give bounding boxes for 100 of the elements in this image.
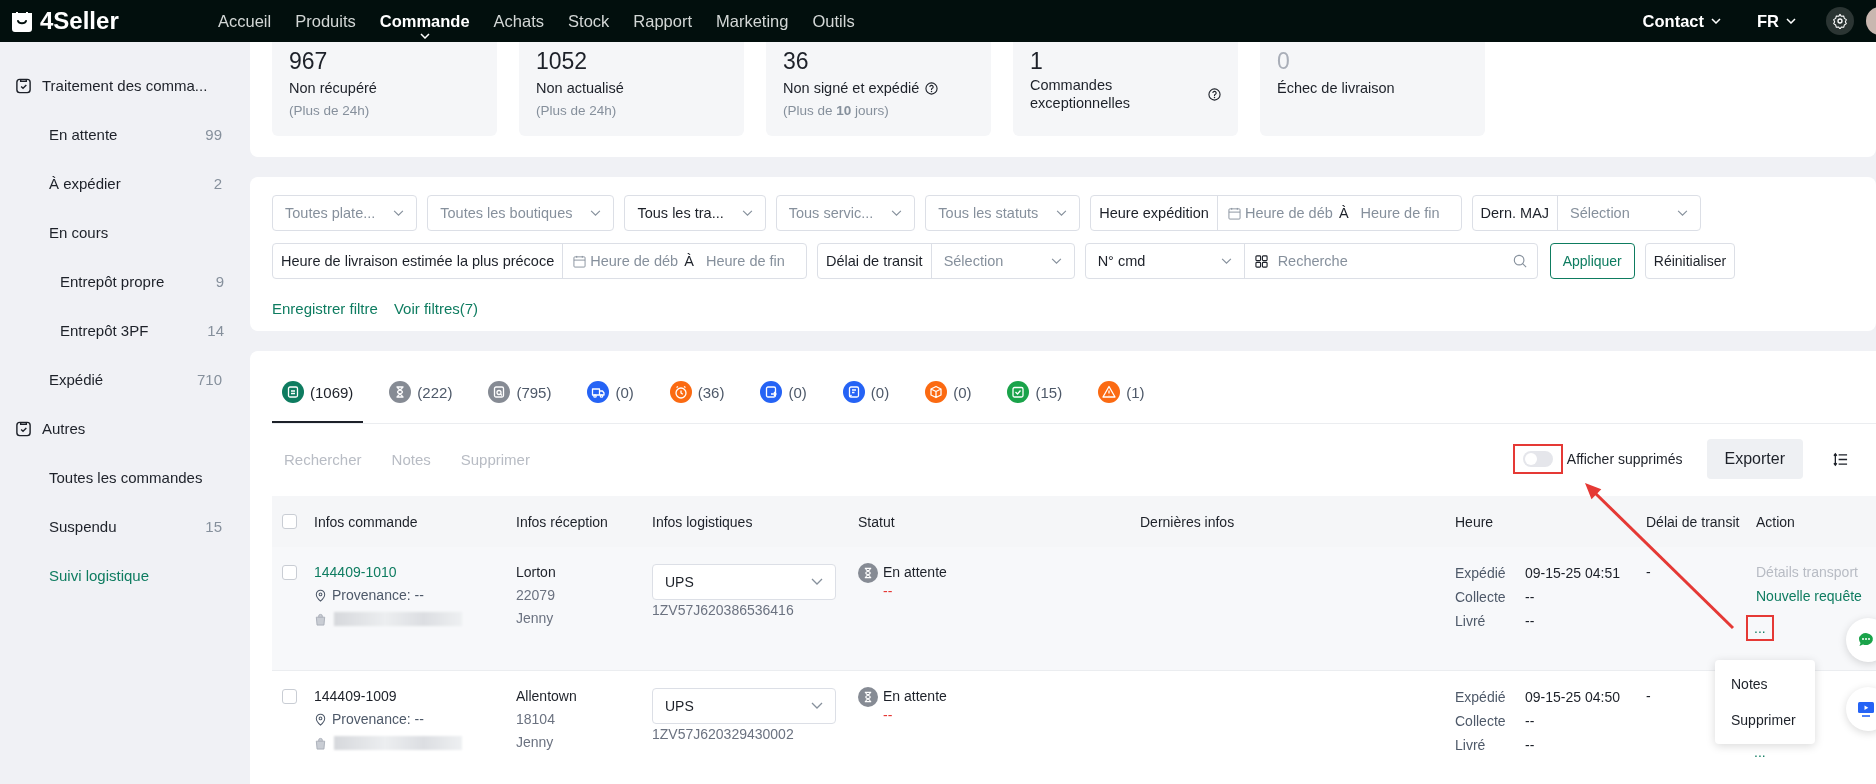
field-select[interactable]: N° cmd bbox=[1085, 244, 1245, 278]
recipient-name: Jenny bbox=[516, 609, 555, 628]
settings-icon[interactable] bbox=[1826, 7, 1854, 35]
reset-button[interactable]: Réinitialiser bbox=[1644, 243, 1736, 279]
zip-text: 22079 bbox=[516, 586, 556, 605]
menu-item[interactable]: Notes bbox=[1715, 666, 1815, 702]
document-search-icon bbox=[488, 381, 511, 403]
sidebar-item[interactable]: Toutes les commandes bbox=[0, 453, 248, 502]
status-tab[interactable]: (795) bbox=[478, 363, 562, 423]
stat-tile[interactable]: 0 Échec de livraison bbox=[1260, 42, 1485, 136]
stat-tile[interactable]: 967 Non récupéré (Plus de 24h) bbox=[272, 42, 497, 136]
sidebar-item[interactable]: À expédier 2 bbox=[0, 159, 248, 208]
menu-item[interactable]: Supprimer bbox=[1715, 702, 1815, 738]
nav-item[interactable]: Produits bbox=[283, 0, 368, 42]
filter-link[interactable]: Enregistrer filtre bbox=[272, 299, 378, 319]
search-input[interactable]: Recherche bbox=[1277, 253, 1503, 269]
status-text: En attente bbox=[883, 687, 947, 706]
hourglass-icon bbox=[858, 562, 878, 583]
time-label: Expédié bbox=[1455, 564, 1507, 583]
toggle-label: Afficher supprimés bbox=[1566, 451, 1683, 467]
logo-text[interactable]: 4Seller bbox=[40, 7, 119, 35]
status-tab[interactable]: (15) bbox=[997, 363, 1073, 423]
caret-icon bbox=[393, 209, 405, 217]
nav-item[interactable]: Accueil bbox=[206, 0, 284, 42]
status-text: En attente bbox=[883, 563, 947, 582]
sidebar-group-title[interactable]: Traitement des comma... bbox=[0, 61, 248, 110]
status-tab[interactable]: (0) bbox=[577, 363, 644, 423]
nav-item[interactable]: Marketing bbox=[704, 0, 801, 42]
help-icon[interactable] bbox=[1208, 87, 1221, 101]
sidebar-group-title[interactable]: Autres bbox=[0, 404, 248, 453]
carrier-select[interactable]: UPS bbox=[652, 688, 836, 724]
caret-icon bbox=[1056, 209, 1068, 217]
search-icon[interactable] bbox=[1512, 254, 1527, 268]
caret-icon bbox=[811, 702, 823, 710]
export-button[interactable]: Exporter bbox=[1706, 439, 1803, 479]
stat-tile[interactable]: 36 Non signé et expédié (Plus de 10 jours) bbox=[766, 42, 991, 136]
nav-item[interactable]: Commande bbox=[367, 0, 482, 42]
status-note: -- bbox=[883, 584, 894, 598]
filter-select[interactable]: Tous les tra... bbox=[624, 195, 766, 231]
stat-label: Échec de livraison bbox=[1277, 79, 1395, 97]
more-link[interactable]: ... bbox=[1754, 620, 1766, 636]
help-icon[interactable] bbox=[925, 81, 939, 95]
stat-tile[interactable]: 1 Commandes exceptionnelles bbox=[1013, 42, 1238, 136]
sidebar-item[interactable]: Suivi logistique bbox=[0, 551, 248, 600]
sidebar-item[interactable]: Entrepôt 3PF 14 bbox=[0, 306, 248, 355]
item-count: 9 bbox=[215, 273, 224, 290]
status-tab[interactable]: (36) bbox=[659, 363, 735, 423]
action-link[interactable]: Nouvelle requête bbox=[1756, 583, 1862, 610]
status-tab[interactable]: (1) bbox=[1088, 363, 1155, 423]
status-tab[interactable]: (0) bbox=[915, 363, 982, 423]
order-link[interactable]: 144409-1009 bbox=[314, 685, 516, 707]
sidebar-item[interactable]: En cours bbox=[0, 208, 248, 257]
checkbox[interactable] bbox=[282, 514, 297, 529]
tracking-number: 1ZV57J620329430002 bbox=[652, 725, 795, 744]
column-header: Infos réception bbox=[516, 513, 609, 530]
stat-note: (Plus de 24h) bbox=[289, 102, 371, 120]
nav-item[interactable]: Outils bbox=[800, 0, 867, 42]
stat-label: Non récupéré bbox=[289, 79, 377, 97]
checkbox[interactable] bbox=[282, 565, 297, 580]
carrier-select[interactable]: UPS bbox=[652, 564, 836, 600]
toggle-switch[interactable] bbox=[1522, 451, 1553, 467]
apply-button[interactable]: Appliquer bbox=[1549, 243, 1635, 279]
sidebar-item[interactable]: Expédié 710 bbox=[0, 355, 248, 404]
nav-item[interactable]: Achats bbox=[481, 0, 557, 42]
status-tab[interactable]: (0) bbox=[750, 363, 817, 423]
time-value: -- bbox=[1525, 612, 1535, 631]
column-header: Statut bbox=[858, 513, 896, 530]
column-settings-icon[interactable] bbox=[1833, 451, 1848, 467]
shopping-bag-icon bbox=[314, 736, 327, 750]
recipient-name: Jenny bbox=[516, 733, 555, 752]
export-icon bbox=[760, 381, 783, 403]
time-value: -- bbox=[1525, 712, 1535, 731]
nav-item[interactable]: Rapport bbox=[621, 0, 705, 42]
nav-item[interactable]: Stock bbox=[556, 0, 622, 42]
transit-text: - bbox=[1646, 687, 1652, 706]
origin-text: Provenance: -- bbox=[332, 587, 424, 603]
sidebar-item[interactable]: Suspendu 15 bbox=[0, 502, 248, 551]
column-header: Dernières infos bbox=[1140, 513, 1236, 530]
language-menu[interactable]: FR bbox=[1757, 11, 1796, 31]
column-header: Heure bbox=[1455, 513, 1495, 530]
filter-link[interactable]: Voir filtres(7) bbox=[393, 299, 479, 319]
stat-value: 0 bbox=[1277, 47, 1291, 76]
contact-menu[interactable]: Contact bbox=[1642, 11, 1721, 31]
sidebar-item[interactable]: En attente 99 bbox=[0, 110, 248, 159]
status-tab[interactable]: (222) bbox=[379, 363, 463, 423]
caret-icon bbox=[891, 209, 903, 217]
checkbox[interactable] bbox=[282, 689, 297, 704]
stat-tile[interactable]: 1052 Non actualisé (Plus de 24h) bbox=[519, 42, 744, 136]
status-tab[interactable]: (0) bbox=[832, 363, 900, 423]
order-link[interactable]: 144409-1010 bbox=[314, 561, 516, 583]
scan-icon[interactable] bbox=[1254, 254, 1268, 268]
more-link[interactable]: ... bbox=[1754, 744, 1766, 760]
item-count: 14 bbox=[207, 322, 224, 339]
status-tab[interactable]: (1069) bbox=[272, 363, 364, 423]
location-pin-icon bbox=[314, 712, 327, 726]
sidebar-item[interactable]: Entrepôt propre 9 bbox=[0, 257, 248, 306]
column-header: Action bbox=[1756, 513, 1796, 530]
caret-icon bbox=[419, 33, 430, 39]
stat-value: 1 bbox=[1030, 47, 1044, 76]
caret-icon bbox=[811, 578, 823, 586]
